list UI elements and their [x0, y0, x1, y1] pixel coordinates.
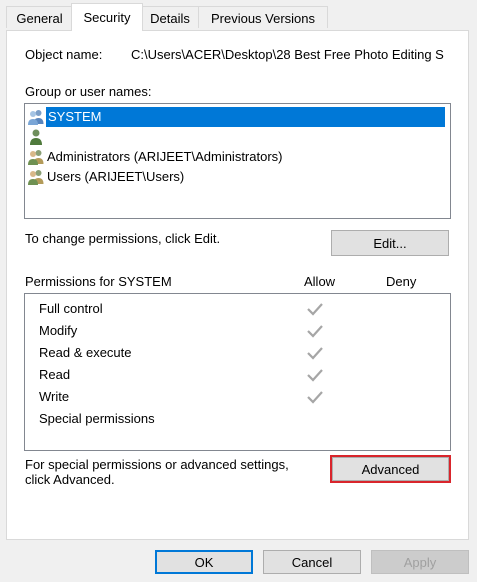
- check-icon: [307, 369, 323, 382]
- permissions-list: Full control Modify Read & execute Read …: [24, 293, 451, 451]
- apply-button[interactable]: Apply: [371, 550, 469, 574]
- group-names-label: Group or user names:: [25, 84, 152, 99]
- tab-details[interactable]: Details: [141, 6, 199, 28]
- permission-read-execute: Read & execute: [39, 345, 132, 360]
- tab-security[interactable]: Security: [71, 3, 143, 31]
- list-item-label: Users (ARIJEET\Users): [47, 169, 185, 184]
- list-item-label: SYSTEM: [46, 107, 104, 127]
- edit-button[interactable]: Edit...: [331, 230, 449, 256]
- check-icon: [307, 303, 323, 316]
- object-name-label: Object name:: [25, 47, 103, 62]
- list-item-users[interactable]: Users (ARIJEET\Users): [25, 167, 450, 187]
- permission-special: Special permissions: [39, 411, 155, 426]
- users-group-icon: [27, 168, 45, 186]
- security-panel: Object name: C:\Users\ACER\Desktop\28 Be…: [6, 30, 469, 540]
- list-item-unnamed-user[interactable]: [25, 127, 450, 147]
- users-group-icon: [27, 148, 45, 166]
- advanced-hint-line-1: For special permissions or advanced sett…: [25, 457, 289, 472]
- ok-button[interactable]: OK: [155, 550, 253, 574]
- group-user-list[interactable]: SYSTEM Administrators (ARIJEET\Administr…: [24, 103, 451, 219]
- dialog-footer: OK Cancel Apply: [0, 540, 477, 582]
- tab-strip: General Security Details Previous Versio…: [0, 0, 477, 32]
- list-item-administrators[interactable]: Administrators (ARIJEET\Administrators): [25, 147, 450, 167]
- cancel-button[interactable]: Cancel: [263, 550, 361, 574]
- tab-general[interactable]: General: [6, 6, 73, 28]
- tab-previous-versions[interactable]: Previous Versions: [198, 6, 328, 28]
- permission-read: Read: [39, 367, 71, 382]
- allow-column-header: Allow: [304, 274, 336, 289]
- users-group-icon: [27, 108, 45, 126]
- permission-full-control: Full control: [39, 301, 103, 316]
- edit-hint: To change permissions, click Edit.: [25, 231, 221, 246]
- advanced-button[interactable]: Advanced: [330, 455, 451, 483]
- permission-write: Write: [39, 389, 70, 404]
- list-item-label: Administrators (ARIJEET\Administrators): [47, 149, 283, 164]
- permission-modify: Modify: [39, 323, 78, 338]
- deny-column-header: Deny: [386, 274, 417, 289]
- user-icon: [27, 128, 45, 146]
- selection-highlight: [47, 107, 445, 127]
- permissions-for-label: Permissions for SYSTEM: [25, 274, 172, 289]
- advanced-hint-line-2: click Advanced.: [25, 472, 115, 487]
- object-name-value: C:\Users\ACER\Desktop\28 Best Free Photo…: [131, 47, 444, 62]
- check-icon: [307, 391, 323, 404]
- list-item-system[interactable]: SYSTEM: [25, 107, 450, 127]
- check-icon: [307, 347, 323, 360]
- check-icon: [307, 325, 323, 338]
